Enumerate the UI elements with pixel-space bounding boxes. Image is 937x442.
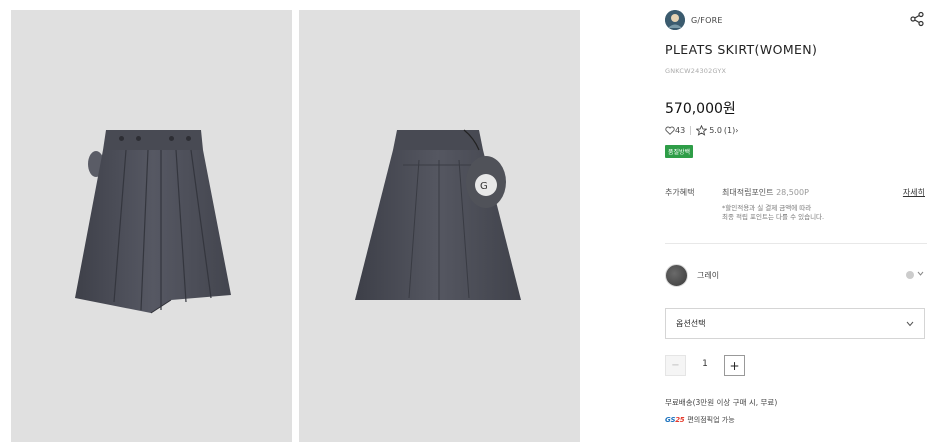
color-indicator-dot [906,271,914,279]
plus-icon: + [729,358,740,373]
brand-logo[interactable] [665,10,685,30]
rating-link[interactable]: 5.0 (1) › [696,125,738,136]
color-name: 그레이 [697,270,720,280]
review-chevron-icon: › [735,126,739,135]
chevron-down-icon[interactable] [916,269,925,278]
gs25-pickup-text: 편의점픽업 가능 [687,416,735,424]
minus-icon: − [671,360,680,371]
benefit-note-line1: *할인적용과 실 결제 금액에 따라 [722,204,812,212]
product-title: PLEATS SKIRT(WOMEN) [665,42,818,57]
skirt-front-illustration [75,130,231,314]
product-image-front[interactable] [11,10,292,442]
benefit-note: *할인적용과 실 결제 금액에 따라 최종 적립 포인트는 다를 수 있습니다. [722,204,824,222]
benefit-main: 최대적립포인트 28,500P [722,187,809,198]
product-code: GNKCW24302GYX [665,67,727,75]
option-select[interactable]: 옵션선택 [665,308,925,339]
product-price: 570,000원 [665,101,736,117]
divider [665,243,927,244]
product-info-panel: G/FORE PLEATS SKIRT(WOMEN) GNKCW24302GYX… [665,0,927,442]
benefit-label: 추가혜택 [665,188,695,197]
gs25-pickup-row: GS25 편의점픽업 가능 [665,415,735,425]
brand-name[interactable]: G/FORE [691,16,723,25]
share-button[interactable] [909,11,925,27]
meta-row: 43 5.0 (1) › [665,125,738,136]
chevron-down-icon [906,321,914,327]
color-swatch[interactable] [665,263,688,287]
status-badge: 품질방백 [665,145,694,158]
skirt-back-illustration: G [355,129,521,300]
gs25-logo: GS25 [665,416,685,424]
option-select-placeholder: 옵션선택 [676,319,706,328]
shipping-info: 무료배송(3만원 이상 구매 시, 무료) [665,398,778,407]
brand-logo-icon [665,10,685,30]
gs25-logo-25: 25 [675,416,685,424]
like-count: 43 [675,126,686,135]
rating-value: 5.0 [709,126,722,135]
star-icon [696,125,708,136]
quantity-decrease-button[interactable]: − [665,355,686,376]
color-option-row[interactable]: 그레이 [665,263,927,287]
benefit-details-link[interactable]: 자세히 [903,187,925,198]
meta-divider [690,126,692,135]
like-button[interactable]: 43 [665,126,685,135]
heart-icon [665,126,675,135]
product-image-back[interactable]: G [299,10,580,442]
quantity-value[interactable]: 1 [693,359,717,369]
brand-row[interactable]: G/FORE [665,10,723,30]
benefit-note-line2: 최종 적립 포인트는 다를 수 있습니다. [722,213,825,221]
svg-text:G: G [480,181,488,192]
quantity-increase-button[interactable]: + [724,355,745,376]
benefit-points: 28,500P [776,188,809,197]
review-count: (1) [723,126,736,135]
gs25-logo-gs: GS [665,416,676,424]
benefit-main-label: 최대적립포인트 [722,188,774,197]
share-icon [910,11,924,27]
